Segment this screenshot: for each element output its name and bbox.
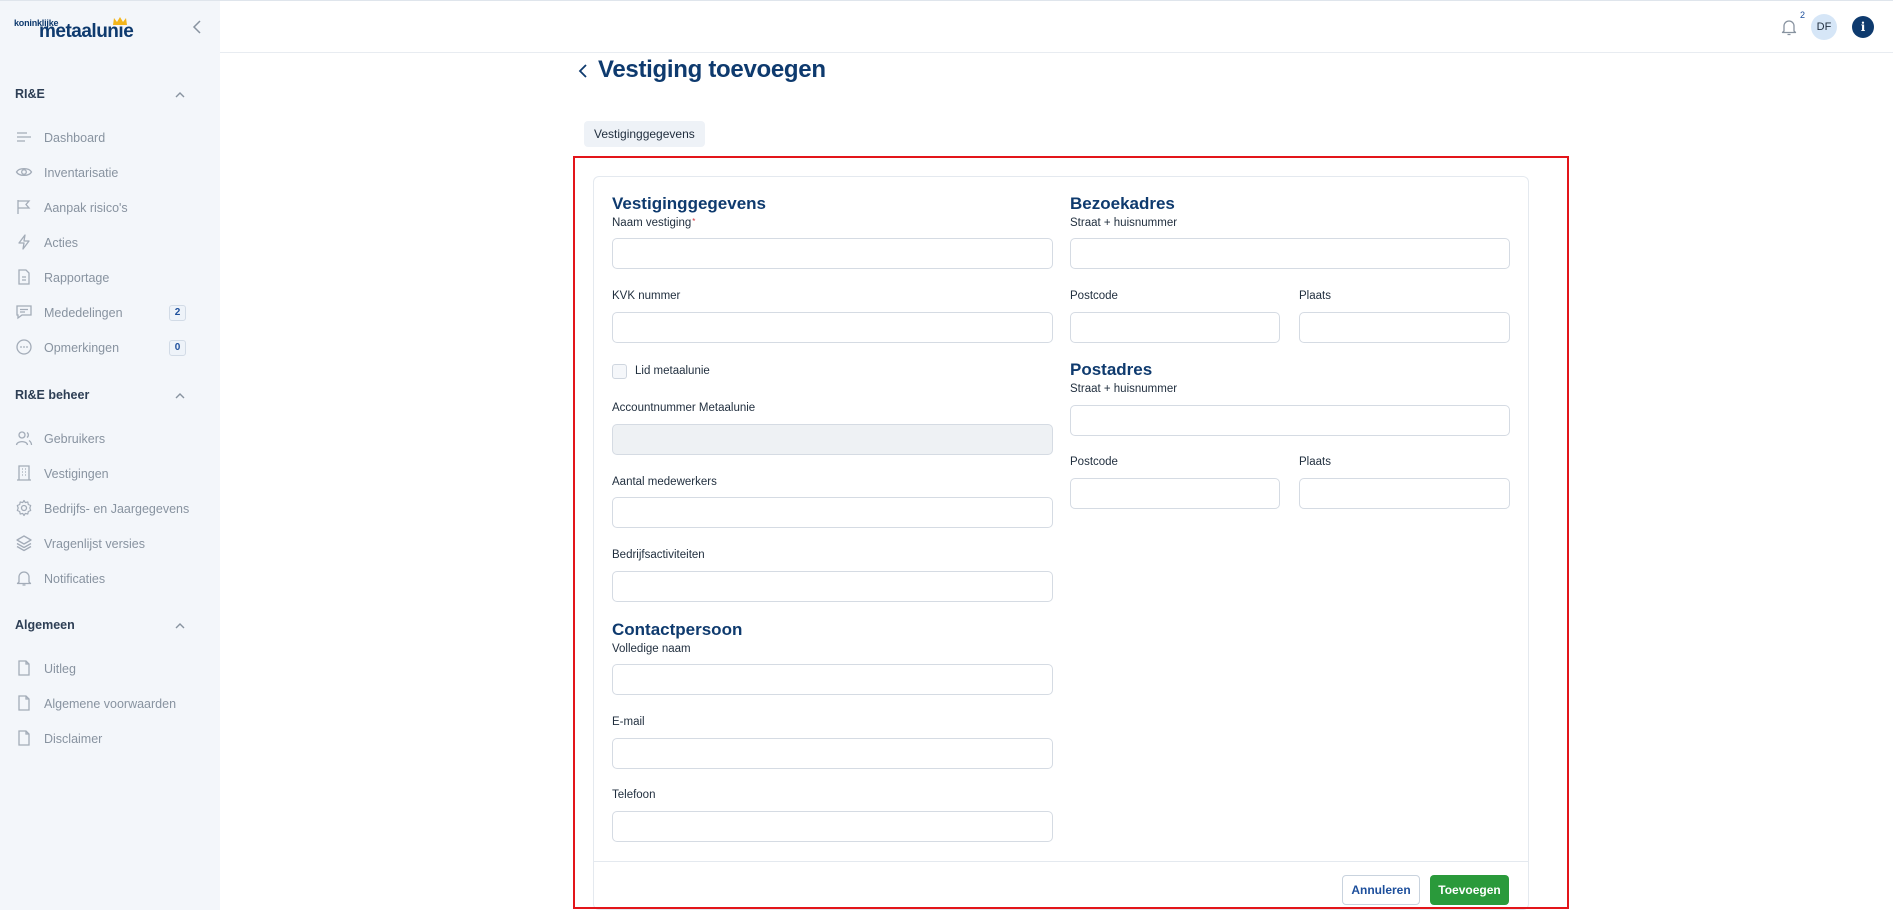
file-icon <box>18 730 30 746</box>
sidebar-item-label: Gebruikers <box>44 431 106 446</box>
count-badge: 2 <box>169 305 186 321</box>
menu-lines-icon <box>17 132 31 142</box>
sidebar-item-gebruikers[interactable]: Gebruikers <box>0 421 220 456</box>
section-header-algemeen[interactable]: Algemeen <box>0 618 220 642</box>
section-header-rie[interactable]: RI&E <box>0 87 220 111</box>
file-icon <box>18 695 30 711</box>
sidebar-item-label: Uitleg <box>44 661 76 676</box>
sidebar-item-mededelingen[interactable]: Mededelingen 2 <box>0 295 220 330</box>
building-icon <box>17 465 31 481</box>
sidebar-item-notificaties[interactable]: Notificaties <box>0 561 220 596</box>
eye-icon <box>15 167 33 177</box>
sidebar-item-vragenlijst-versies[interactable]: Vragenlijst versies <box>0 526 220 561</box>
file-icon <box>18 660 30 676</box>
lightning-icon <box>18 234 30 250</box>
sidebar-item-label: Vragenlijst versies <box>44 536 145 551</box>
section-rie-beheer: RI&E beheer Gebruikers Vestigingen Bedri… <box>0 388 220 596</box>
section-title: RI&E <box>15 87 45 101</box>
bell-icon <box>16 571 32 586</box>
sidebar-item-label: Bedrijfs- en Jaargegevens <box>44 501 190 516</box>
section-title: RI&E beheer <box>15 388 90 402</box>
sidebar-item-label: Rapportage <box>44 270 110 285</box>
count-badge: 0 <box>169 340 186 356</box>
chevron-up-icon <box>175 92 185 98</box>
sidebar-item-label: Dashboard <box>44 130 106 145</box>
section-algemeen: Algemeen Uitleg Algemene voorwaarden Dis… <box>0 618 220 756</box>
sidebar-item-label: Disclaimer <box>44 731 103 746</box>
info-button[interactable]: i <box>1852 16 1874 38</box>
sidebar-item-aanpak-risicos[interactable]: Aanpak risico's <box>0 190 220 225</box>
sidebar-item-disclaimer[interactable]: Disclaimer <box>0 721 220 756</box>
flag-icon <box>17 200 31 214</box>
sidebar-item-label: Acties <box>44 235 79 250</box>
chat-icon <box>16 339 32 355</box>
notification-count: 2 <box>1800 10 1806 20</box>
notifications-bell-icon[interactable] <box>1780 17 1798 37</box>
crown-icon <box>113 17 127 25</box>
sidebar-item-acties[interactable]: Acties <box>0 225 220 260</box>
sidebar-item-vestigingen[interactable]: Vestigingen <box>0 456 220 491</box>
sidebar-item-inventarisatie[interactable]: Inventarisatie <box>0 155 220 190</box>
sidebar-item-label: Inventarisatie <box>44 165 119 180</box>
users-icon <box>15 431 33 446</box>
sidebar-item-label: Notificaties <box>44 571 106 586</box>
highlight-box <box>573 156 1569 909</box>
sidebar-item-uitleg[interactable]: Uitleg <box>0 651 220 686</box>
sidebar-item-algemene-voorwaarden[interactable]: Algemene voorwaarden <box>0 686 220 721</box>
message-icon <box>16 305 32 320</box>
section-rie: RI&E Dashboard Inventarisatie Aanpak ris… <box>0 87 220 365</box>
sidebar-item-dashboard[interactable]: Dashboard <box>0 120 220 155</box>
page-title: Vestiging toevoegen <box>598 56 826 83</box>
sidebar-item-label: Aanpak risico's <box>44 200 128 215</box>
sidebar-item-label: Mededelingen <box>44 305 123 320</box>
layers-icon <box>16 535 32 552</box>
topbar: 2 DF i <box>220 0 1893 53</box>
section-header-rie-beheer[interactable]: RI&E beheer <box>0 388 220 412</box>
sidebar: koninklijke metaalunie RI&E Dashboard In… <box>0 0 220 910</box>
gear-icon <box>16 499 32 517</box>
sidebar-item-opmerkingen[interactable]: Opmerkingen 0 <box>0 330 220 365</box>
document-icon <box>18 269 30 285</box>
sidebar-item-label: Vestigingen <box>44 466 109 481</box>
chevron-up-icon <box>175 623 185 629</box>
user-avatar[interactable]: DF <box>1811 14 1837 40</box>
chevron-up-icon <box>175 393 185 399</box>
section-title: Algemeen <box>15 618 75 632</box>
sidebar-item-rapportage[interactable]: Rapportage <box>0 260 220 295</box>
sidebar-item-label: Opmerkingen <box>44 340 120 355</box>
tab-vestiginggegevens[interactable]: Vestiginggegevens <box>584 121 705 147</box>
back-arrow-icon[interactable] <box>576 61 590 81</box>
sidebar-item-label: Algemene voorwaarden <box>44 696 177 711</box>
sidebar-item-bedrijfsgegevens[interactable]: Bedrijfs- en Jaargegevens <box>0 491 220 526</box>
metaalunie-logo[interactable]: koninklijke metaalunie <box>14 17 144 45</box>
collapse-sidebar-icon[interactable] <box>190 18 204 36</box>
